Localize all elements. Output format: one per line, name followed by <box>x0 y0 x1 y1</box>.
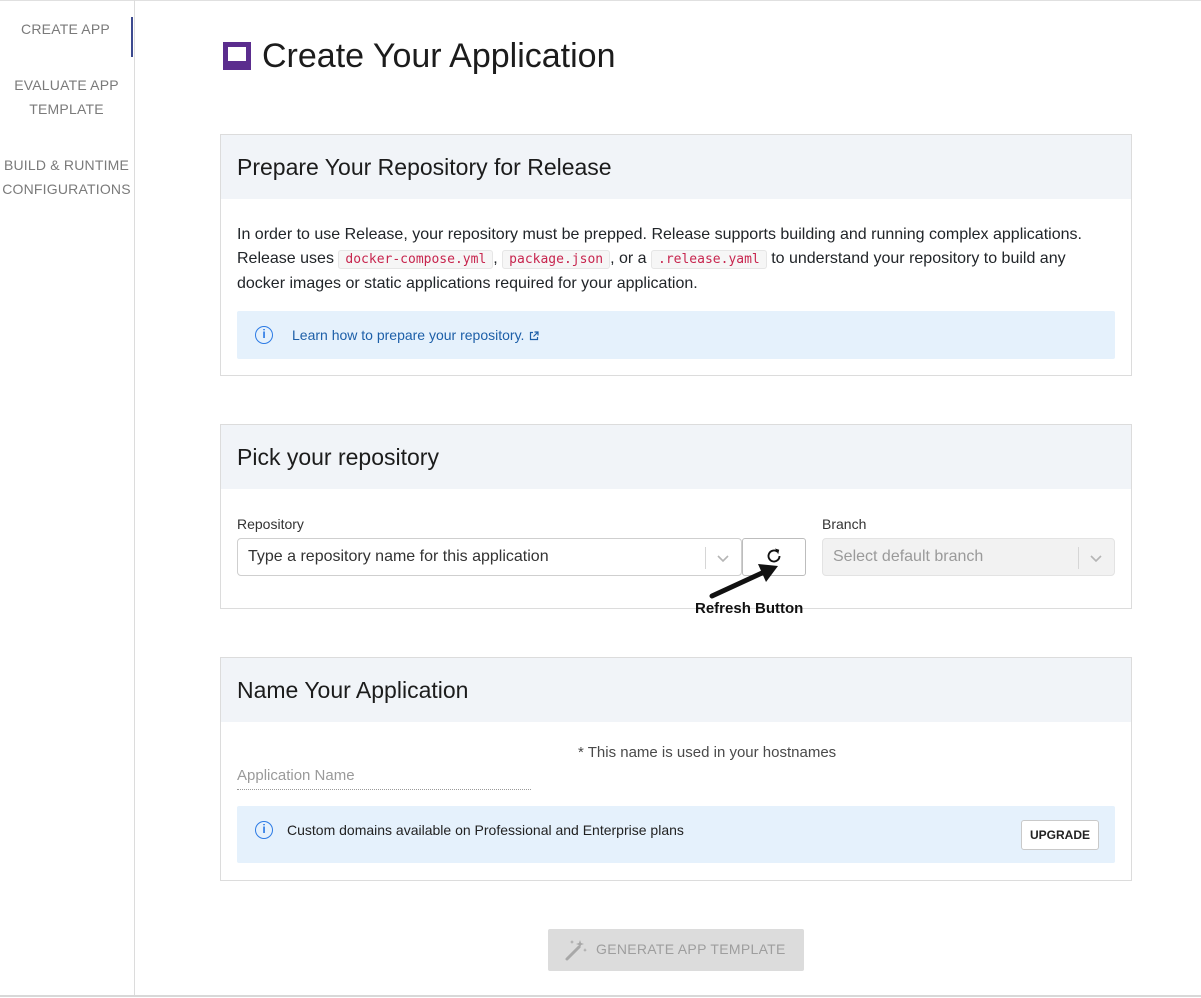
select-separator <box>1078 547 1079 569</box>
magic-wand-icon <box>564 938 588 965</box>
repository-select-placeholder: Type a repository name for this applicat… <box>248 548 549 565</box>
sidebar-item-label: CREATE APP <box>21 21 110 37</box>
card-title: Name Your Application <box>237 676 469 703</box>
branch-select-placeholder: Select default branch <box>833 548 984 565</box>
card-title: Pick your repository <box>237 443 439 470</box>
sidebar-item-build-runtime-configurations[interactable]: BUILD & RUNTIME CONFIGURATIONS <box>0 153 133 201</box>
card-header: Prepare Your Repository for Release <box>221 135 1131 199</box>
upgrade-button[interactable]: UPGRADE <box>1021 820 1099 850</box>
info-banner: i Learn how to prepare your repository. <box>237 311 1115 359</box>
repository-label: Repository <box>237 516 304 532</box>
link-text: Learn how to prepare your repository. <box>292 327 525 343</box>
release-logo-icon <box>222 41 252 71</box>
branch-label: Branch <box>822 516 867 532</box>
custom-domains-banner: i Custom domains available on Profession… <box>237 806 1115 863</box>
external-link-icon <box>529 328 540 344</box>
sidebar-item-evaluate-app-template[interactable]: EVALUATE APP TEMPLATE <box>0 73 133 121</box>
code-docker-compose: docker-compose.yml <box>338 250 494 269</box>
card-title: Prepare Your Repository for Release <box>237 153 612 180</box>
card-header: Name Your Application <box>221 658 1131 722</box>
card-header: Pick your repository <box>221 425 1131 489</box>
sidebar-item-label: CONFIGURATIONS <box>2 181 131 197</box>
application-name-input[interactable] <box>237 762 531 790</box>
hostname-note: * This name is used in your hostnames <box>578 744 837 761</box>
sidebar-item-label: BUILD & RUNTIME <box>3 157 130 173</box>
name-application-card: Name Your Application * This name is use… <box>220 657 1132 881</box>
custom-domains-note: Custom domains available on Professional… <box>287 822 684 838</box>
generate-app-template-button[interactable]: GENERATE APP TEMPLATE <box>548 929 804 971</box>
info-icon: i <box>255 326 273 344</box>
repository-select[interactable]: Type a repository name for this applicat… <box>237 538 742 576</box>
sidebar-item-label: TEMPLATE <box>29 101 104 117</box>
branch-select[interactable]: Select default branch <box>822 538 1115 576</box>
description-text: , <box>493 250 503 267</box>
pick-repository-card: Pick your repository Repository Type a r… <box>220 424 1132 609</box>
window-top-border <box>0 0 1201 1</box>
page-header: Create Your Application <box>222 36 615 76</box>
description-text: , or a <box>610 250 651 267</box>
sidebar-item-label: EVALUATE APP <box>14 77 119 93</box>
prepare-repository-card: Prepare Your Repository for Release In o… <box>220 134 1132 376</box>
refresh-button-annotation: Refresh Button <box>695 600 804 617</box>
code-package-json: package.json <box>502 250 611 269</box>
page-title: Create Your Application <box>262 37 616 75</box>
annotation-arrow-icon <box>709 564 778 599</box>
code-release-yaml: .release.yaml <box>651 250 767 269</box>
sidebar-nav: CREATE APP EVALUATE APP TEMPLATE BUILD &… <box>0 0 135 996</box>
generate-button-label: GENERATE APP TEMPLATE <box>596 941 786 957</box>
sidebar-item-create-app[interactable]: CREATE APP <box>0 17 133 57</box>
info-icon: i <box>255 821 273 839</box>
learn-prepare-repository-link[interactable]: Learn how to prepare your repository. <box>292 327 540 344</box>
window-bottom-border <box>0 995 1201 997</box>
chevron-down-icon[interactable] <box>1089 551 1103 570</box>
prepare-description: In order to use Release, your repository… <box>237 223 1117 296</box>
